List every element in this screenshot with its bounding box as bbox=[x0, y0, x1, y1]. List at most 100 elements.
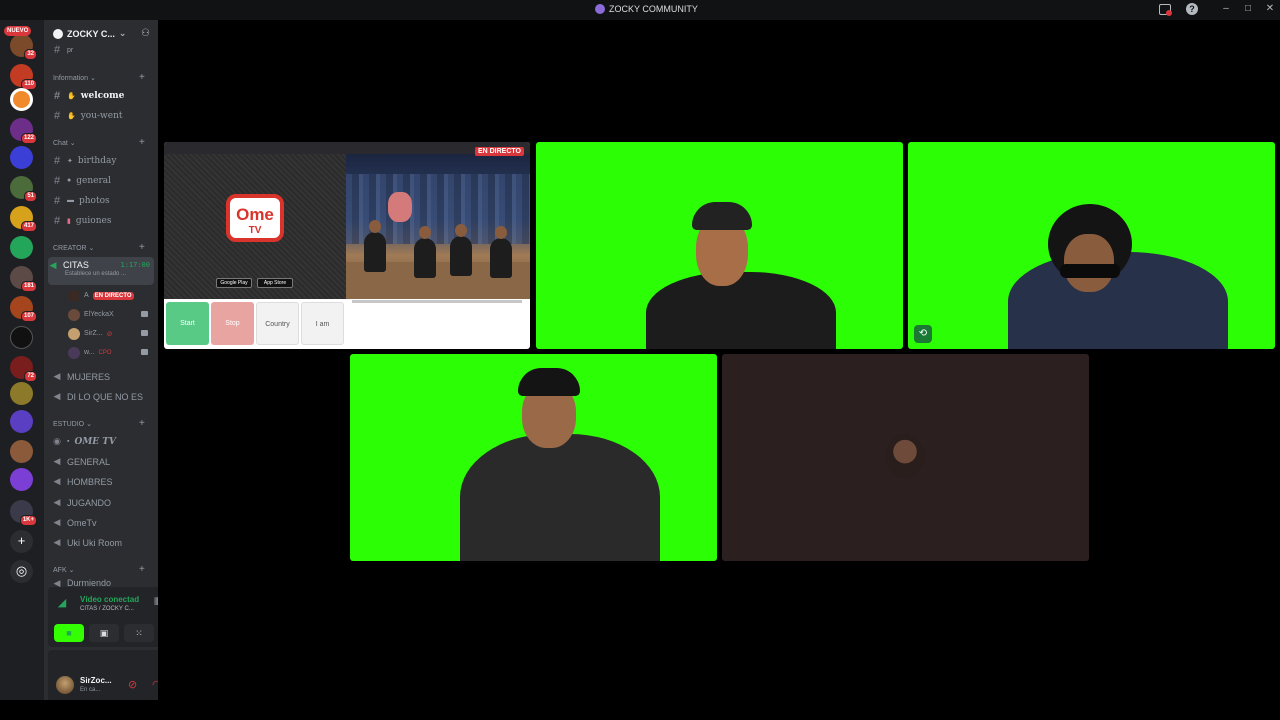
voice-member[interactable]: A EN DIRECTO bbox=[68, 287, 152, 304]
server-icon[interactable]: 110 bbox=[10, 64, 37, 90]
channel-you-went[interactable]: # ✋ you-went bbox=[52, 107, 152, 124]
maximize-button[interactable]: □ bbox=[1241, 3, 1255, 14]
channel-status[interactable]: Establece un estado ... bbox=[65, 271, 126, 277]
channel-durmiendo[interactable]: ◀ Durmiendo bbox=[52, 578, 152, 587]
user-panel: SirZoc... En ca... ⊘ ◠ ⚙ bbox=[48, 650, 158, 700]
channel-citas[interactable]: ◀ CITAS 1:17:00 Establece un estado ... bbox=[48, 257, 154, 285]
hash-icon: # bbox=[53, 44, 61, 56]
channel-ometv[interactable]: ◀ OmeTv bbox=[52, 514, 152, 531]
speaker-icon: ◀ bbox=[53, 537, 61, 547]
channel-partial[interactable]: # pr bbox=[52, 44, 152, 56]
server-icon[interactable]: 181 bbox=[10, 266, 37, 292]
add-channel-icon[interactable]: + bbox=[139, 418, 145, 429]
server-icon[interactable]: 72 bbox=[10, 356, 37, 382]
server-header[interactable]: ZOCKY C... ⌄ ⚇ bbox=[44, 20, 158, 47]
avatar bbox=[68, 346, 80, 359]
category-information[interactable]: Information ⌄ + bbox=[53, 72, 145, 83]
server-icon[interactable]: 32 bbox=[10, 34, 37, 60]
server-icon[interactable] bbox=[10, 326, 33, 349]
camera-badge-icon: ⟲ bbox=[914, 325, 932, 343]
live-badge: EN DIRECTO bbox=[92, 291, 134, 300]
category-afk[interactable]: AFK ⌄ + bbox=[53, 564, 145, 575]
channel-uki-uki-room[interactable]: ◀ Uki Uki Room bbox=[52, 534, 152, 551]
voice-member[interactable]: w... CPO bbox=[68, 344, 152, 361]
channel-di-lo-que-no-es[interactable]: ◀ DI LO QUE NO ES bbox=[52, 388, 152, 405]
gender-button[interactable]: I am bbox=[301, 302, 344, 345]
channel-general-voice[interactable]: ◀ GENERAL bbox=[52, 453, 152, 470]
live-badge: EN DIRECTO bbox=[474, 147, 524, 156]
avatar bbox=[68, 308, 80, 321]
server-icon[interactable] bbox=[10, 236, 33, 259]
ometv-logo: Ome TV bbox=[226, 194, 284, 242]
window-title-text: ZOCKY COMMUNITY bbox=[609, 4, 698, 14]
server-icon[interactable]: 51 bbox=[10, 176, 37, 202]
server-folder-icon[interactable]: 1K+ bbox=[10, 500, 37, 526]
noise-suppression-icon[interactable]: ⦀ bbox=[154, 597, 158, 608]
channel-birthday[interactable]: # ✦ birthday bbox=[52, 152, 152, 169]
inbox-icon[interactable] bbox=[1159, 4, 1172, 16]
country-button[interactable]: Country bbox=[256, 302, 299, 345]
category-estudio[interactable]: ESTUDIO ⌄ + bbox=[53, 418, 145, 429]
google-play-badge: Google Play bbox=[216, 278, 252, 288]
add-channel-icon[interactable]: + bbox=[139, 72, 145, 83]
activities-button[interactable]: ⁙ bbox=[124, 624, 154, 642]
add-channel-icon[interactable]: + bbox=[139, 137, 145, 148]
hash-icon: # bbox=[53, 154, 61, 167]
server-icon[interactable] bbox=[10, 382, 33, 405]
stop-button[interactable]: Stop bbox=[211, 302, 254, 345]
speaker-icon: ◀ bbox=[53, 497, 61, 507]
discover-icon[interactable]: ◎ bbox=[10, 560, 33, 583]
voice-location[interactable]: CITAS / ZOCKY C... bbox=[80, 606, 134, 612]
camera-button[interactable]: ■ bbox=[54, 624, 84, 642]
server-icon[interactable]: 417 bbox=[10, 206, 37, 232]
channel-general[interactable]: # ● general bbox=[52, 172, 152, 189]
video-tile[interactable] bbox=[350, 354, 717, 561]
deafen-icon[interactable]: ◠ bbox=[152, 678, 158, 691]
help-icon[interactable]: ? bbox=[1186, 3, 1198, 15]
screen-share-button[interactable]: ▣ bbox=[89, 624, 119, 642]
voice-member[interactable]: ElYeckaX bbox=[68, 306, 152, 323]
video-tile[interactable] bbox=[536, 142, 903, 349]
stage-icon: ◉ bbox=[53, 436, 61, 446]
user-status[interactable]: En ca... bbox=[80, 687, 100, 693]
server-icon[interactable] bbox=[10, 410, 33, 433]
mute-icon[interactable]: ⊘ bbox=[128, 678, 137, 691]
camera-icon bbox=[141, 311, 148, 317]
channel-guiones[interactable]: # ▮ guiones bbox=[52, 212, 152, 229]
server-icon[interactable] bbox=[10, 468, 33, 491]
video-tile[interactable]: ⟲ bbox=[908, 142, 1275, 349]
channel-ome-tv[interactable]: ◉ ▪ OME TV bbox=[52, 433, 152, 450]
channel-jugando[interactable]: ◀ JUGANDO bbox=[52, 494, 152, 511]
add-channel-icon[interactable]: + bbox=[139, 564, 145, 575]
avatar bbox=[68, 289, 80, 302]
start-button[interactable]: Start bbox=[166, 302, 209, 345]
speaker-icon: ◀ bbox=[49, 260, 57, 270]
channel-mujeres[interactable]: ◀ MUJERES bbox=[52, 368, 152, 385]
nuevo-badge: NUEVO bbox=[4, 26, 32, 36]
close-button[interactable]: ✕ bbox=[1263, 3, 1277, 14]
avatar[interactable] bbox=[56, 676, 74, 694]
ometv-panel: Ome TV Google Play App Store bbox=[164, 154, 346, 299]
channel-hombres[interactable]: ◀ HOMBRES bbox=[52, 473, 152, 490]
server-icon[interactable]: 107 bbox=[10, 296, 37, 322]
video-tile-avatar[interactable] bbox=[722, 354, 1089, 561]
minimize-button[interactable]: – bbox=[1219, 3, 1233, 14]
voice-status[interactable]: Vídeo conectad bbox=[80, 595, 139, 604]
server-icon[interactable] bbox=[10, 146, 33, 169]
category-creator[interactable]: CREATOR ⌄ + bbox=[53, 242, 145, 253]
speaker-icon: ◀ bbox=[53, 578, 61, 587]
stream-tile[interactable]: Ome TV Google Play App Store EN DIRECTO … bbox=[164, 142, 530, 349]
server-icon[interactable]: 122 bbox=[10, 118, 37, 144]
channel-welcome[interactable]: # ✋ welcome bbox=[52, 87, 152, 104]
add-member-icon[interactable]: ⚇ bbox=[141, 28, 150, 39]
channel-photos[interactable]: # ▬ photos bbox=[52, 192, 152, 209]
add-channel-icon[interactable]: + bbox=[139, 242, 145, 253]
user-name[interactable]: SirZoc... bbox=[80, 676, 112, 685]
add-server-icon[interactable]: + bbox=[10, 530, 33, 553]
voice-connection-panel: ◢ Vídeo conectad CITAS / ZOCKY C... ⦀ ☎ … bbox=[48, 587, 158, 647]
server-icon[interactable] bbox=[10, 88, 33, 111]
avatar bbox=[885, 434, 925, 478]
category-chat[interactable]: Chat ⌄ + bbox=[53, 137, 145, 148]
voice-member[interactable]: SirZ... ⊘ bbox=[68, 325, 152, 342]
server-icon[interactable] bbox=[10, 440, 33, 463]
